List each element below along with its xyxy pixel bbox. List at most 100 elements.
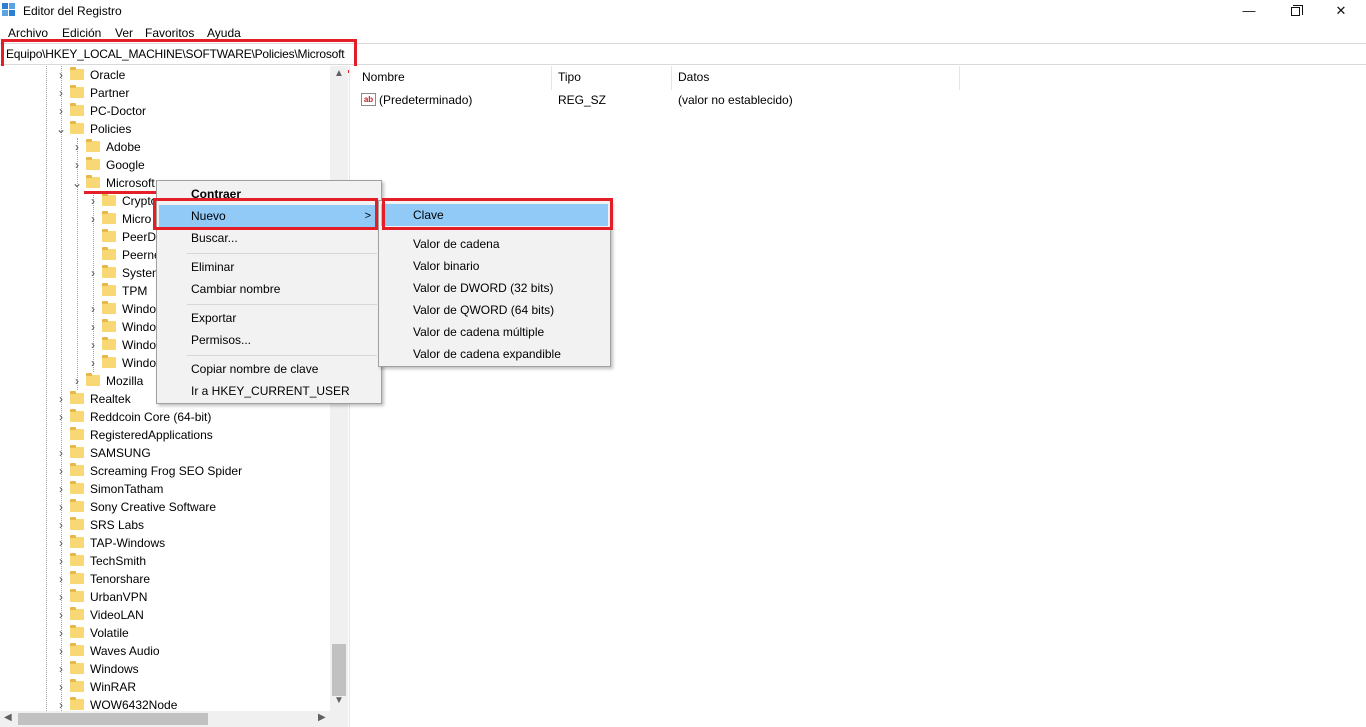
tree-item[interactable]: › SRS Labs: [0, 516, 330, 534]
tree-item[interactable]: › Oracle: [0, 66, 330, 84]
tree-item[interactable]: › WOW6432Node: [0, 696, 330, 711]
chevron-right-icon[interactable]: ›: [88, 338, 98, 352]
chevron-down-icon[interactable]: ⌄: [56, 122, 66, 136]
column-divider[interactable]: [959, 66, 960, 90]
tree-item[interactable]: › TechSmith: [0, 552, 330, 570]
tree-item[interactable]: › Sony Creative Software: [0, 498, 330, 516]
menu-item-contraer[interactable]: Contraer: [159, 183, 379, 205]
tree-item-label: Screaming Frog SEO Spider: [90, 464, 243, 478]
tree-item[interactable]: › Adobe: [0, 138, 330, 156]
chevron-right-icon[interactable]: ›: [56, 410, 66, 424]
chevron-right-icon[interactable]: ›: [72, 140, 82, 154]
submenu-item-valor-dword[interactable]: Valor de DWORD (32 bits): [381, 277, 608, 299]
menu-item-buscar[interactable]: Buscar...: [159, 227, 379, 249]
chevron-right-icon[interactable]: ›: [88, 356, 98, 370]
string-value-icon: ab: [361, 93, 376, 106]
chevron-right-icon[interactable]: ›: [56, 608, 66, 622]
tree-item[interactable]: › SAMSUNG: [0, 444, 330, 462]
chevron-right-icon[interactable]: ›: [56, 590, 66, 604]
chevron-right-icon[interactable]: ›: [56, 464, 66, 478]
column-divider[interactable]: [551, 66, 552, 90]
chevron-right-icon[interactable]: ›: [56, 392, 66, 406]
menu-item-cambiar-nombre[interactable]: Cambiar nombre: [159, 278, 379, 300]
chevron-right-icon[interactable]: ›: [56, 662, 66, 676]
tree-horizontal-scrollbar[interactable]: ◀ ▶: [0, 711, 348, 727]
scroll-down-icon[interactable]: ▼: [334, 695, 344, 706]
submenu-item-valor-binario[interactable]: Valor binario: [381, 255, 608, 277]
column-datos[interactable]: Datos: [678, 70, 709, 84]
maximize-button[interactable]: [1272, 0, 1318, 22]
menu-archivo[interactable]: Archivo: [8, 26, 48, 40]
submenu-item-valor-cadena-multiple[interactable]: Valor de cadena múltiple: [381, 321, 608, 343]
chevron-right-icon[interactable]: ›: [88, 212, 98, 226]
folder-icon: [86, 157, 100, 170]
tree-item[interactable]: › PC-Doctor: [0, 102, 330, 120]
column-divider[interactable]: [671, 66, 672, 90]
scroll-left-icon[interactable]: ◀: [4, 712, 12, 723]
menu-item-nuevo[interactable]: Nuevo >: [159, 205, 379, 227]
tree-item[interactable]: › Waves Audio: [0, 642, 330, 660]
submenu-item-valor-qword[interactable]: Valor de QWORD (64 bits): [381, 299, 608, 321]
submenu-item-valor-cadena[interactable]: Valor de cadena: [381, 233, 608, 255]
chevron-right-icon[interactable]: ›: [72, 374, 82, 388]
chevron-right-icon[interactable]: ›: [88, 266, 98, 280]
chevron-right-icon[interactable]: ›: [88, 302, 98, 316]
menu-item-exportar[interactable]: Exportar: [159, 307, 379, 329]
menu-ver[interactable]: Ver: [115, 26, 133, 40]
tree-item[interactable]: › UrbanVPN: [0, 588, 330, 606]
tree-item[interactable]: › TAP-Windows: [0, 534, 330, 552]
values-list[interactable]: Nombre Tipo Datos ab (Predeterminado) RE…: [355, 66, 1366, 727]
menu-item-eliminar[interactable]: Eliminar: [159, 256, 379, 278]
address-path[interactable]: Equipo\HKEY_LOCAL_MACHINE\SOFTWARE\Polic…: [6, 47, 345, 61]
submenu-item-clave[interactable]: Clave: [381, 204, 608, 226]
submenu-item-valor-cadena-expandible[interactable]: Valor de cadena expandible: [381, 343, 608, 365]
tree-item[interactable]: › Windows: [0, 660, 330, 678]
chevron-right-icon[interactable]: ›: [88, 194, 98, 208]
chevron-right-icon[interactable]: ›: [56, 680, 66, 694]
column-tipo[interactable]: Tipo: [558, 70, 581, 84]
tree-item[interactable]: › WinRAR: [0, 678, 330, 696]
tree-item[interactable]: › SimonTatham: [0, 480, 330, 498]
chevron-right-icon[interactable]: ›: [56, 572, 66, 586]
address-bar[interactable]: Equipo\HKEY_LOCAL_MACHINE\SOFTWARE\Polic…: [0, 43, 1366, 65]
tree-item-label: PC-Doctor: [90, 104, 147, 118]
chevron-right-icon[interactable]: ›: [56, 644, 66, 658]
scroll-thumb[interactable]: [332, 644, 346, 696]
chevron-right-icon[interactable]: ›: [56, 536, 66, 550]
menu-item-ir-a-hkcu[interactable]: Ir a HKEY_CURRENT_USER: [159, 380, 379, 402]
chevron-right-icon[interactable]: ›: [56, 518, 66, 532]
column-nombre[interactable]: Nombre: [362, 70, 405, 84]
chevron-right-icon[interactable]: ›: [56, 698, 66, 711]
chevron-right-icon[interactable]: ›: [72, 158, 82, 172]
chevron-right-icon[interactable]: ›: [56, 86, 66, 100]
chevron-right-icon[interactable]: ›: [56, 446, 66, 460]
menu-item-permisos[interactable]: Permisos...: [159, 329, 379, 351]
chevron-down-icon[interactable]: ⌄: [72, 176, 82, 190]
tree-item[interactable]: › VideoLAN: [0, 606, 330, 624]
menu-favoritos[interactable]: Favoritos: [145, 26, 194, 40]
chevron-right-icon[interactable]: ›: [56, 500, 66, 514]
tree-item[interactable]: › Google: [0, 156, 330, 174]
menu-edicion[interactable]: Edición: [62, 26, 101, 40]
menu-item-copiar-nombre-clave[interactable]: Copiar nombre de clave: [159, 358, 379, 380]
chevron-right-icon[interactable]: ›: [88, 320, 98, 334]
close-button[interactable]: ✕: [1318, 0, 1364, 22]
chevron-right-icon[interactable]: ›: [56, 554, 66, 568]
tree-item[interactable]: › Reddcoin Core (64-bit): [0, 408, 330, 426]
tree-item[interactable]: › Volatile: [0, 624, 330, 642]
chevron-right-icon[interactable]: ›: [56, 68, 66, 82]
chevron-right-icon[interactable]: ›: [56, 104, 66, 118]
tree-item[interactable]: › Screaming Frog SEO Spider: [0, 462, 330, 480]
tree-item[interactable]: › Partner: [0, 84, 330, 102]
list-row[interactable]: ab (Predeterminado) REG_SZ (valor no est…: [355, 90, 960, 110]
chevron-right-icon[interactable]: ›: [56, 482, 66, 496]
tree-item[interactable]: ⌄ Policies: [0, 120, 330, 138]
tree-item[interactable]: RegisteredApplications: [0, 426, 330, 444]
scroll-up-icon[interactable]: ▲: [334, 68, 344, 79]
minimize-button[interactable]: —: [1226, 0, 1272, 22]
menu-ayuda[interactable]: Ayuda: [207, 26, 241, 40]
tree-item[interactable]: › Tenorshare: [0, 570, 330, 588]
scroll-right-icon[interactable]: ▶: [318, 712, 326, 723]
scroll-thumb-horizontal[interactable]: [18, 713, 208, 725]
chevron-right-icon[interactable]: ›: [56, 626, 66, 640]
